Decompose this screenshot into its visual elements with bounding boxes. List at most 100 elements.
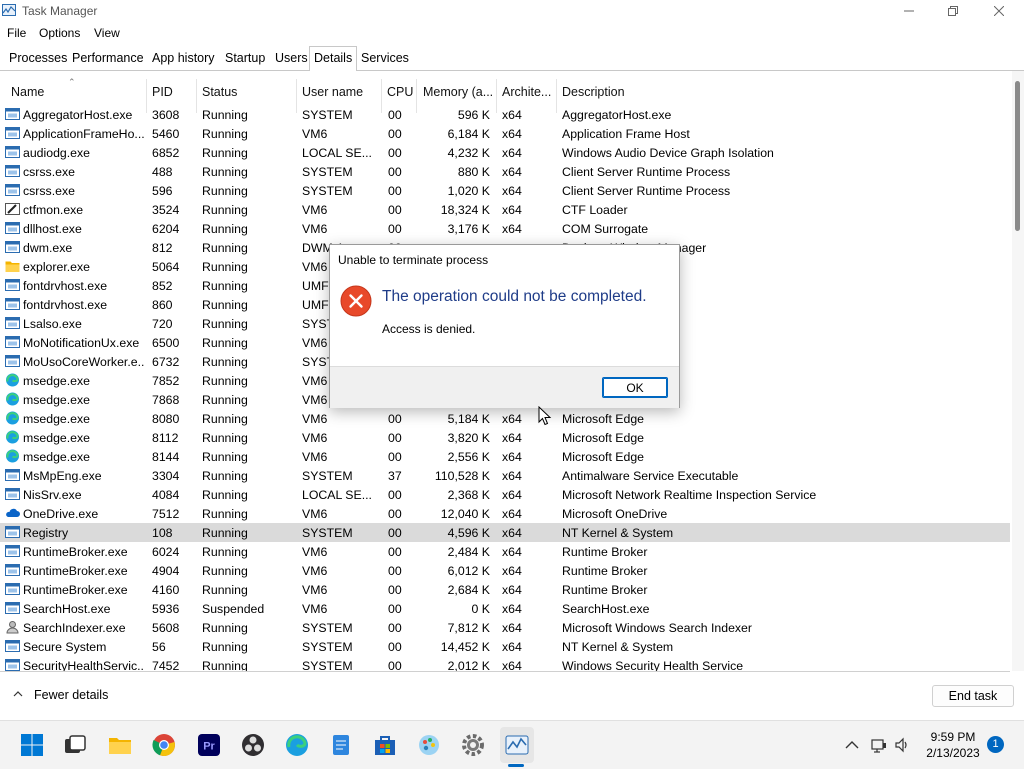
table-row[interactable]: RuntimeBroker.exe 6024 Running VM6 00 2,484 K… (0, 542, 1010, 561)
edge-icon[interactable] (285, 733, 309, 757)
process-user: VM6 (302, 127, 328, 141)
edge-icon (6, 373, 19, 387)
column-header-pid[interactable]: PID (152, 85, 192, 99)
close-button[interactable] (976, 0, 1022, 22)
table-row[interactable]: Registry 108 Running SYSTEM 00 4,596 K x64 NT K… (0, 523, 1010, 542)
table-row[interactable]: SecurityHealthServic... 7452 Running SYSTEM… (0, 656, 1010, 672)
table-row[interactable]: SearchHost.exe 5936 Suspended VM6 00 0 K x64 Se… (0, 599, 1010, 618)
process-cpu: 00 (388, 507, 402, 521)
table-row[interactable]: MsMpEng.exe 3304 Running SYSTEM 37 110,528 K x… (0, 466, 1010, 485)
table-row[interactable]: NisSrv.exe 4084 Running LOCAL SE... 00 2,368 … (0, 485, 1010, 504)
obs-icon[interactable] (241, 733, 265, 757)
table-row[interactable]: Secure System 56 Running SYSTEM 00 14,452 K x6… (0, 637, 1010, 656)
maximize-button[interactable] (930, 0, 976, 22)
process-status: Running (202, 583, 248, 597)
process-memory: 18,324 K (440, 203, 490, 217)
table-row[interactable]: csrss.exe 488 Running SYSTEM 00 880 K x64 Clien… (0, 162, 1010, 181)
menu-view[interactable]: View (94, 26, 120, 40)
process-name: fontdrvhost.exe (23, 298, 108, 312)
window-icon (5, 659, 20, 671)
tab-users[interactable]: Users (270, 46, 313, 68)
end-task-button[interactable]: End task (932, 685, 1014, 707)
process-user: VM6 (302, 450, 328, 464)
process-pid: 6500 (152, 336, 180, 350)
tab-startup[interactable]: Startup (220, 46, 270, 68)
column-header-status[interactable]: Status (202, 85, 292, 99)
tab-processes[interactable]: Processes (4, 46, 72, 68)
user-icon (6, 621, 19, 634)
tab-details[interactable]: Details (309, 46, 358, 71)
notification-badge[interactable]: 1 (987, 736, 1004, 753)
table-row[interactable]: RuntimeBroker.exe 4160 Running VM6 00 2,684 K… (0, 580, 1010, 599)
process-user: VM6 (302, 507, 328, 521)
chrome-icon[interactable] (152, 733, 176, 757)
process-memory: 1,020 K (447, 184, 490, 198)
start-icon[interactable] (20, 733, 44, 757)
table-row[interactable]: msedge.exe 8080 Running VM6 00 5,184 Kx64 Micr… (0, 409, 1010, 428)
minimize-button[interactable] (886, 0, 932, 22)
column-header-memory[interactable]: Memory (a... (423, 85, 498, 99)
task-view-icon[interactable] (63, 733, 87, 757)
window-icon (5, 298, 20, 310)
ok-button[interactable]: OK (602, 377, 668, 398)
network-icon[interactable] (871, 737, 887, 753)
process-cpu: 00 (388, 659, 402, 672)
table-row[interactable]: SearchIndexer.exe 5608 Running SYSTEM 00 7,81… (0, 618, 1010, 637)
process-status: Running (202, 659, 248, 672)
table-row[interactable]: msedge.exe 8144 Running VM6 00 2,556 K x64 Micr… (0, 447, 1010, 466)
table-row[interactable]: audiodg.exe 6852 Running LOCAL SE... 00 4,232… (0, 143, 1010, 162)
taskbar-clock[interactable]: 9:59 PM 2/13/2023 (918, 729, 988, 761)
dialog-content-text: Access is denied. (382, 322, 476, 336)
window-title: Task Manager (22, 4, 98, 18)
table-row[interactable]: ctfmon.exe 3524 Running VM6 00 18,324 K x64 CTF… (0, 200, 1010, 219)
process-description: SearchHost.exe (562, 602, 650, 616)
process-name: Lsalso.exe (23, 317, 82, 331)
tab-services[interactable]: Services (356, 46, 414, 68)
paint-icon[interactable] (417, 733, 441, 757)
tab-performance[interactable]: Performance (67, 46, 149, 68)
store-icon[interactable] (373, 733, 397, 757)
file-explorer-icon[interactable] (108, 733, 132, 757)
process-memory: 3,820 K (447, 431, 490, 445)
column-header-architecture[interactable]: Archite... (502, 85, 554, 99)
process-status: Running (202, 222, 248, 236)
table-row[interactable]: OneDrive.exe 7512 Running VM6 00 12,040 K x64 M… (0, 504, 1010, 523)
process-status: Running (202, 564, 248, 578)
process-cpu: 00 (388, 431, 402, 445)
process-description: Runtime Broker (562, 564, 648, 578)
column-header-description[interactable]: Description (562, 85, 762, 99)
settings-icon[interactable] (461, 733, 485, 757)
table-row[interactable]: msedge.exe 8112 Running VM6 00 3,820 K x64 Micr… (0, 428, 1010, 447)
dialog-main-instruction: The operation could not be completed. (382, 288, 647, 305)
chevron-up-icon[interactable] (12, 688, 24, 700)
scrollbar-thumb[interactable] (1015, 81, 1020, 231)
column-header-cpu[interactable]: CPU (387, 85, 415, 99)
task-manager-icon[interactable] (505, 733, 529, 757)
table-row[interactable]: csrss.exe 596 Running SYSTEM 00 1,020 K x64 Cli… (0, 181, 1010, 200)
process-name: SecurityHealthServic... (23, 659, 145, 672)
volume-icon[interactable] (894, 737, 910, 753)
menu-file[interactable]: File (7, 26, 26, 40)
process-pid: 6024 (152, 545, 180, 559)
tab-app-history[interactable]: App history (147, 46, 220, 68)
table-row[interactable]: RuntimeBroker.exe 4904 Running VM6 00 6,012 K… (0, 561, 1010, 580)
notepad-icon[interactable] (329, 733, 353, 757)
chevron-up-tray-icon[interactable] (844, 737, 860, 753)
process-name: AggregatorHost.exe (23, 108, 133, 122)
active-app-indicator (508, 764, 524, 767)
fewer-details-link[interactable]: Fewer details (34, 688, 108, 702)
process-user: SYSTEM (302, 108, 353, 122)
column-header-name[interactable]: Name (11, 85, 141, 99)
vertical-scrollbar[interactable] (1012, 71, 1024, 671)
process-user: SYSTEM (302, 165, 353, 179)
menu-options[interactable]: Options (39, 26, 80, 40)
process-description: Microsoft OneDrive (562, 507, 668, 521)
column-header-user-name[interactable]: User name (302, 85, 377, 99)
table-row[interactable]: ApplicationFrameHo... 5460 Running VM6 00 6,1… (0, 124, 1010, 143)
process-name: csrss.exe (23, 165, 75, 179)
process-status: Running (202, 127, 248, 141)
process-cpu: 00 (388, 583, 402, 597)
premiere-icon[interactable]: Pr (197, 733, 221, 757)
table-row[interactable]: dllhost.exe 6204 Running VM6 00 3,176 K x64 COM… (0, 219, 1010, 238)
table-row[interactable]: AggregatorHost.exe 3608 Running SYSTEM 00 596… (0, 105, 1010, 124)
